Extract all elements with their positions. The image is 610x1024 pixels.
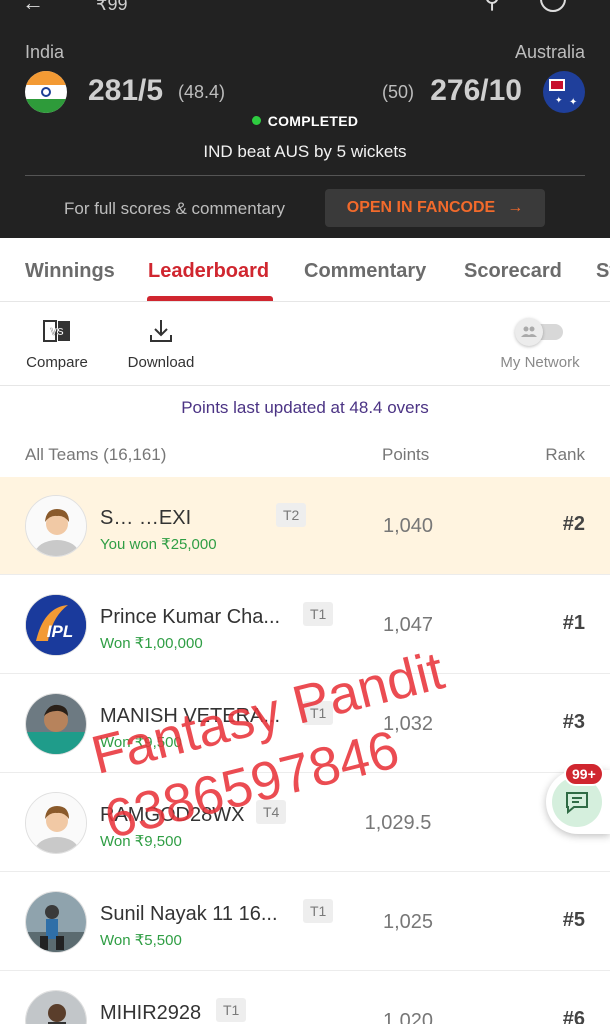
rank-value: #6 bbox=[562, 1008, 585, 1024]
tab-commentary[interactable]: Commentary bbox=[304, 260, 426, 283]
table-row[interactable]: MIHIR2928 T1 1,020 #6 bbox=[0, 972, 610, 1024]
match-status-text: COMPLETED bbox=[267, 113, 359, 129]
team-owner-name: MIHIR2928 bbox=[100, 1002, 202, 1024]
winnings-text: You won ₹25,000 bbox=[100, 536, 217, 553]
left-team-score: 281/5 bbox=[88, 74, 164, 107]
team-tag: T1 bbox=[303, 899, 334, 923]
help-icon[interactable] bbox=[540, 0, 566, 12]
left-team-overs: (48.4) bbox=[178, 82, 226, 102]
my-network-toggle[interactable]: My Network bbox=[495, 316, 585, 371]
toolbar: VS Compare Download My Network bbox=[0, 302, 610, 386]
tab-stats[interactable]: St bbox=[596, 260, 610, 283]
default-avatar-icon bbox=[25, 495, 87, 557]
download-button[interactable]: Download bbox=[126, 316, 196, 371]
team-tag: T1 bbox=[216, 998, 247, 1022]
compare-label: Compare bbox=[26, 354, 88, 371]
ipl-logo-icon: IPL bbox=[25, 594, 87, 656]
team-owner-name: Sunil Nayak 11 16... bbox=[100, 903, 278, 925]
australia-flag-icon: ✦ ✦ bbox=[543, 71, 585, 113]
right-team-overs: (50) bbox=[382, 82, 415, 102]
team-owner-name: Prince Kumar Cha... bbox=[100, 606, 281, 628]
points-value: 1,040 bbox=[382, 515, 434, 537]
table-row[interactable]: S… …EXI T2 You won ₹25,000 1,040 #2 bbox=[0, 477, 610, 575]
match-header: ← ₹99 ⚲ India Australia 281/5 (48.4) (50… bbox=[0, 0, 610, 238]
points-updated-text: Points last updated at 48.4 overs bbox=[181, 398, 429, 417]
network-switch[interactable] bbox=[515, 316, 565, 346]
match-status: COMPLETED bbox=[0, 113, 610, 129]
user-photo-avatar bbox=[25, 693, 87, 755]
chat-badge: 99+ bbox=[564, 762, 604, 786]
team-owner-name: RAMGOD28WX bbox=[100, 804, 245, 826]
winnings-text: Won ₹9,500 bbox=[100, 734, 182, 751]
team-tag: T1 bbox=[303, 602, 334, 626]
rank-value: #5 bbox=[562, 909, 585, 931]
points-value: 1,025 bbox=[382, 911, 434, 933]
active-tab-indicator bbox=[147, 296, 273, 301]
svg-text:VS: VS bbox=[50, 327, 64, 338]
rank-value: #2 bbox=[562, 513, 585, 535]
left-team-name: India bbox=[25, 42, 65, 62]
winnings-text: Won ₹1,00,000 bbox=[100, 635, 203, 652]
chat-button[interactable]: 99+ bbox=[546, 762, 610, 834]
user-photo-avatar bbox=[25, 891, 87, 953]
points-value: 1,047 bbox=[382, 614, 434, 636]
status-dot-icon bbox=[251, 116, 261, 125]
back-arrow-icon[interactable]: ← bbox=[22, 0, 44, 16]
wallet-amount: ₹99 bbox=[96, 0, 128, 14]
right-team-score: 276/10 bbox=[430, 74, 522, 107]
team-tag: T1 bbox=[303, 701, 334, 725]
all-teams-header: All Teams (16,161) bbox=[25, 445, 167, 464]
points-header: Points bbox=[382, 445, 430, 464]
winnings-text: Won ₹5,500 bbox=[100, 932, 182, 949]
points-value: 1,020 bbox=[382, 1010, 434, 1024]
search-icon[interactable]: ⚲ bbox=[484, 0, 500, 14]
open-in-fancode-button[interactable]: OPEN IN FANCODE → bbox=[325, 189, 545, 227]
open-in-fancode-label: OPEN IN FANCODE bbox=[346, 199, 496, 216]
rank-value: #1 bbox=[562, 612, 585, 634]
points-value: 1,029.5 bbox=[364, 812, 432, 834]
download-label: Download bbox=[127, 354, 195, 371]
arrow-right-icon: → bbox=[507, 199, 524, 216]
user-photo-avatar bbox=[25, 990, 87, 1024]
people-icon bbox=[515, 318, 543, 346]
team-tag: T2 bbox=[276, 503, 307, 527]
tab-bar: Winnings Leaderboard Commentary Scorecar… bbox=[0, 238, 610, 302]
default-avatar-icon bbox=[25, 792, 87, 854]
team-tag: T4 bbox=[256, 800, 287, 824]
compare-button[interactable]: VS Compare bbox=[25, 316, 89, 371]
full-scores-text: For full scores & commentary bbox=[64, 199, 286, 218]
tab-leaderboard[interactable]: Leaderboard bbox=[148, 260, 269, 283]
match-result: IND beat AUS by 5 wickets bbox=[203, 142, 407, 161]
rank-value: #3 bbox=[562, 711, 585, 733]
table-row[interactable]: RAMGOD28WX T4 Won ₹9,500 1,029.5 bbox=[0, 774, 610, 872]
compare-vs-icon: VS bbox=[25, 316, 89, 346]
svg-text:IPL: IPL bbox=[47, 622, 73, 641]
table-row[interactable]: IPL Prince Kumar Cha... T1 Won ₹1,00,000… bbox=[0, 576, 610, 674]
team-owner-name: S… …EXI bbox=[100, 507, 192, 529]
header-divider bbox=[25, 175, 585, 176]
team-owner-name: MANISH VETERA... bbox=[100, 705, 281, 727]
tab-winnings[interactable]: Winnings bbox=[25, 260, 115, 283]
rank-header: Rank bbox=[545, 445, 585, 464]
right-team-name: Australia bbox=[514, 42, 585, 62]
points-value: 1,032 bbox=[382, 713, 434, 735]
table-row[interactable]: Sunil Nayak 11 16... T1 Won ₹5,500 1,025… bbox=[0, 873, 610, 971]
winnings-text: Won ₹9,500 bbox=[100, 833, 182, 850]
tab-scorecard[interactable]: Scorecard bbox=[464, 260, 562, 283]
india-flag-icon bbox=[25, 71, 67, 113]
download-icon bbox=[126, 316, 196, 346]
table-row[interactable]: MANISH VETERA... T1 Won ₹9,500 1,032 #3 bbox=[0, 675, 610, 773]
my-network-label: My Network bbox=[500, 354, 580, 371]
